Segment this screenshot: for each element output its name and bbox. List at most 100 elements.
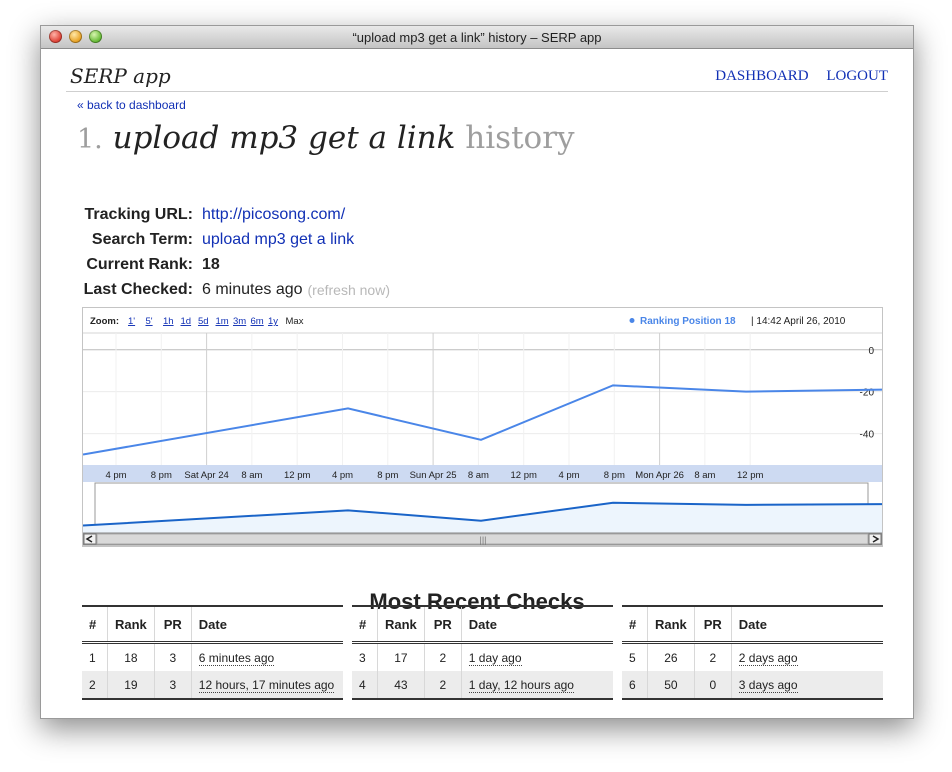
check-date[interactable]: 6 minutes ago — [198, 650, 275, 666]
legend-series: Ranking Position 18 — [640, 316, 736, 327]
check-rank: 17 — [377, 642, 425, 671]
ranking-series-line — [83, 384, 882, 456]
check-rank: 26 — [647, 642, 695, 671]
title-bar: “upload mp3 get a link” history – SERP a… — [41, 26, 913, 49]
check-rank: 18 — [107, 642, 155, 671]
table-row: 6 50 0 3 days ago — [622, 671, 883, 700]
check-number: 4 — [352, 671, 378, 700]
zoom-option-7[interactable]: 6m — [251, 316, 264, 327]
back-to-dashboard-link[interactable]: « back to dashboard — [77, 98, 186, 112]
zoom-option-3[interactable]: 1d — [181, 316, 192, 327]
zoom-option-0[interactable]: 1' — [128, 316, 135, 327]
legend-dot-icon — [629, 318, 635, 323]
tracking-url-row: Tracking URL: http://picosong.com/ — [77, 202, 390, 227]
page-title: 1. upload mp3 get a link history — [77, 120, 575, 156]
col-number-header: # — [352, 605, 378, 644]
check-pr: 0 — [694, 671, 732, 700]
ranking-chart[interactable]: 0 -20 -40 4 pm 8 pm Sat Apr 24 8 am 12 pm 4 pm 8 … — [82, 307, 883, 547]
zoom-option-5[interactable]: 1m — [216, 316, 229, 327]
zoom-option-2[interactable]: 1h — [163, 316, 174, 327]
refresh-now-link[interactable]: (refresh now) — [308, 282, 390, 298]
check-date[interactable]: 1 day ago — [468, 650, 522, 666]
table-row: 5 26 2 2 days ago — [622, 642, 883, 671]
x-tick-label: 4 pm — [558, 470, 579, 481]
search-term-row: Search Term: upload mp3 get a link — [77, 227, 390, 252]
x-tick-label: 8 am — [694, 470, 715, 481]
header-divider — [66, 91, 888, 92]
checks-table-2: # Rank PR Date 3 17 2 1 day ago 4 43 2 1… — [352, 605, 613, 700]
x-tick-label: 8 pm — [377, 470, 398, 481]
check-pr: 3 — [154, 642, 192, 671]
y-tick-label: 0 — [868, 346, 874, 357]
check-date[interactable]: 2 days ago — [738, 650, 798, 666]
grip-icon: ||| — [479, 535, 486, 545]
table-header-row: # Rank PR Date — [622, 605, 883, 644]
x-tick-label: 12 pm — [284, 470, 310, 481]
zoom-option-1[interactable]: 5' — [146, 316, 153, 327]
check-pr: 2 — [424, 671, 462, 700]
x-tick-label: Sat Apr 24 — [184, 470, 228, 481]
dashboard-link[interactable]: DASHBOARD — [715, 68, 808, 84]
zoom-option-9[interactable]: Max — [286, 316, 304, 327]
table-row: 4 43 2 1 day, 12 hours ago — [352, 671, 613, 700]
col-rank-header: Rank — [107, 605, 155, 644]
zoom-option-8[interactable]: 1y — [268, 316, 278, 327]
check-number: 5 — [622, 642, 648, 671]
table-row: 1 18 3 6 minutes ago — [82, 642, 343, 671]
col-pr-header: PR — [154, 605, 192, 644]
keyword-query: upload mp3 get a link — [112, 120, 456, 156]
table-row: 3 17 2 1 day ago — [352, 642, 613, 671]
table-row: 2 19 3 12 hours, 17 minutes ago — [82, 671, 343, 700]
check-rank: 43 — [377, 671, 425, 700]
current-rank-value: 18 — [202, 255, 220, 273]
x-tick-label: 4 pm — [332, 470, 353, 481]
x-tick-label: 8 pm — [151, 470, 172, 481]
zoom-option-6[interactable]: 3m — [233, 316, 246, 327]
legend-timestamp: | 14:42 April 26, 2010 — [751, 316, 846, 327]
ranking-chart-svg: 0-20-404 pm 8 pm Sat Apr 24 8 am 12 pm 4 pm 8 … — [83, 316, 882, 546]
x-tick-label: 4 pm — [105, 470, 126, 481]
tracking-info: Tracking URL: http://picosong.com/ Searc… — [77, 202, 390, 302]
page-content: SERP app DASHBOARD LOGOUT « back to dash… — [41, 49, 913, 718]
col-pr-header: PR — [694, 605, 732, 644]
x-tick-label: Mon Apr 26 — [635, 470, 684, 481]
checks-table-3: # Rank PR Date 5 26 2 2 days ago 6 50 0 … — [622, 605, 883, 700]
history-label: history — [465, 120, 575, 156]
table-header-row: # Rank PR Date — [352, 605, 613, 644]
col-rank-header: Rank — [647, 605, 695, 644]
check-date[interactable]: 1 day, 12 hours ago — [468, 677, 574, 693]
app-brand[interactable]: SERP app — [70, 64, 171, 88]
check-number: 2 — [82, 671, 108, 700]
col-number-header: # — [622, 605, 648, 644]
zoom-option-4[interactable]: 5d — [198, 316, 209, 327]
last-checked-value: 6 minutes ago — [202, 280, 303, 298]
check-pr: 2 — [694, 642, 732, 671]
x-tick-label: 8 am — [241, 470, 262, 481]
col-date-header: Date — [731, 605, 883, 644]
x-tick-label: Sun Apr 25 — [410, 470, 457, 481]
tracking-url-link[interactable]: http://picosong.com/ — [202, 206, 345, 224]
check-date[interactable]: 3 days ago — [738, 677, 798, 693]
logout-link[interactable]: LOGOUT — [826, 68, 888, 84]
tracking-url-label: Tracking URL: — [84, 205, 193, 223]
x-tick-label: 8 am — [468, 470, 489, 481]
window-title: “upload mp3 get a link” history – SERP a… — [352, 30, 602, 45]
browser-window: “upload mp3 get a link” history – SERP a… — [40, 25, 914, 719]
search-term-link[interactable]: upload mp3 get a link — [202, 231, 354, 249]
zoom-label: Zoom: — [90, 316, 119, 327]
checks-table-1: # Rank PR Date 1 18 3 6 minutes ago 2 19… — [82, 605, 343, 700]
check-rank: 19 — [107, 671, 155, 700]
last-checked-row: Last Checked: 6 minutes ago (refresh now… — [77, 277, 390, 302]
table-header-row: # Rank PR Date — [82, 605, 343, 644]
check-pr: 3 — [154, 671, 192, 700]
last-checked-label: Last Checked: — [83, 280, 193, 298]
x-tick-label: 12 pm — [510, 470, 536, 481]
y-tick-label: -40 — [860, 430, 875, 441]
check-number: 3 — [352, 642, 378, 671]
check-date[interactable]: 12 hours, 17 minutes ago — [198, 677, 335, 693]
col-date-header: Date — [191, 605, 343, 644]
current-rank-row: Current Rank: 18 — [77, 252, 390, 277]
x-tick-label: 12 pm — [737, 470, 763, 481]
check-pr: 2 — [424, 642, 462, 671]
col-rank-header: Rank — [377, 605, 425, 644]
